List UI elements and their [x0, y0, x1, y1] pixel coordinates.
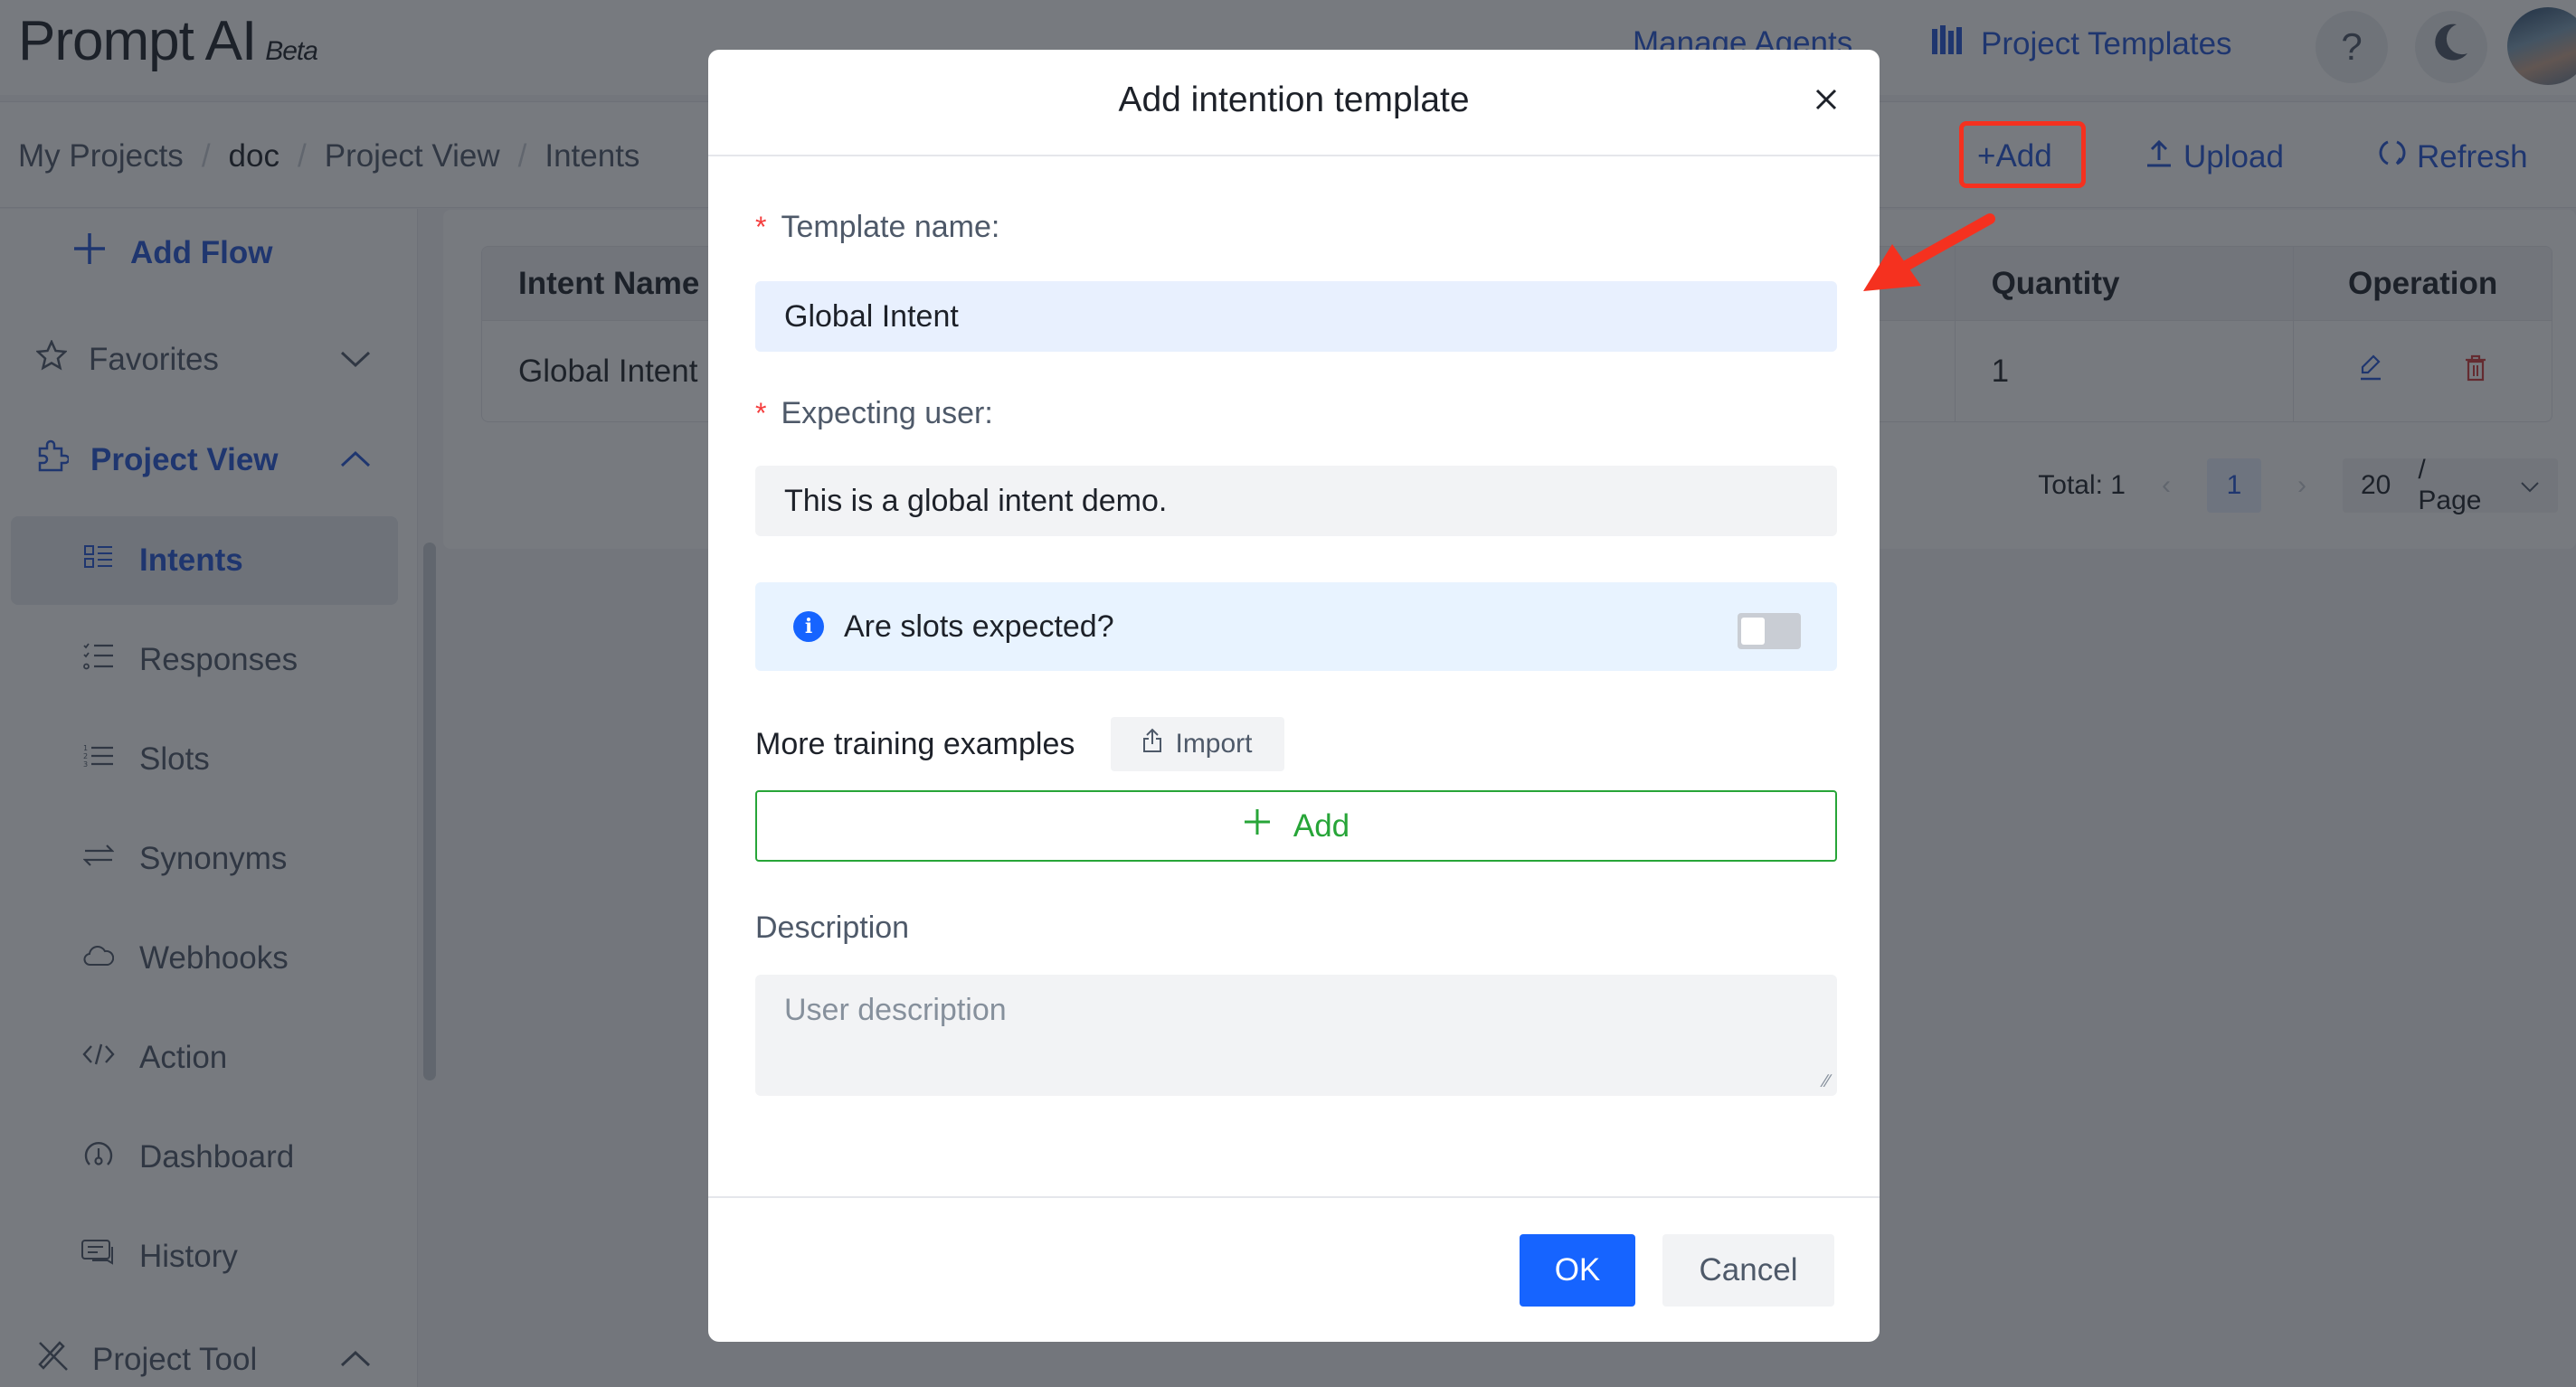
expecting-user-label-text: Expecting user: — [781, 396, 993, 430]
import-button[interactable]: Import — [1111, 717, 1284, 771]
template-name-label: * Template name: — [755, 210, 999, 245]
add-intention-template-dialog: Add intention template * Template name: … — [708, 50, 1880, 1342]
cancel-button[interactable]: Cancel — [1662, 1234, 1834, 1307]
annotation-highlight-box — [1959, 121, 2086, 188]
info-icon: i — [793, 611, 824, 642]
dialog-title: Add intention template — [1118, 80, 1470, 119]
import-icon — [1142, 728, 1162, 760]
import-label: Import — [1175, 729, 1253, 759]
ok-button[interactable]: OK — [1520, 1234, 1635, 1307]
dialog-footer-divider — [708, 1196, 1880, 1198]
dialog-header: Add intention template — [708, 50, 1880, 156]
template-name-label-text: Template name: — [781, 210, 1000, 244]
required-asterisk: * — [755, 397, 767, 429]
add-example-label: Add — [1293, 807, 1350, 844]
plus-icon — [1243, 807, 1272, 844]
required-asterisk: * — [755, 211, 767, 243]
toggle-knob — [1741, 618, 1765, 645]
expecting-user-input[interactable]: This is a global intent demo. — [755, 466, 1837, 536]
resize-handle-icon[interactable]: ∕∕ — [1823, 1071, 1830, 1092]
description-placeholder: User description — [784, 993, 1007, 1027]
annotation-arrow-icon — [1863, 213, 1995, 291]
template-name-input[interactable]: Global Intent — [755, 281, 1837, 352]
add-training-example-button[interactable]: Add — [755, 790, 1837, 862]
close-icon[interactable] — [1814, 82, 1839, 120]
slots-expected-row: i Are slots expected? — [755, 582, 1837, 671]
description-label: Description — [755, 911, 909, 946]
description-textarea[interactable]: User description ∕∕ — [755, 975, 1837, 1096]
expecting-user-label: * Expecting user: — [755, 396, 993, 431]
description-label-text: Description — [755, 911, 910, 945]
training-examples-label: More training examples — [755, 727, 1075, 761]
slots-toggle[interactable] — [1738, 613, 1801, 649]
slots-question: Are slots expected? — [844, 609, 1114, 644]
